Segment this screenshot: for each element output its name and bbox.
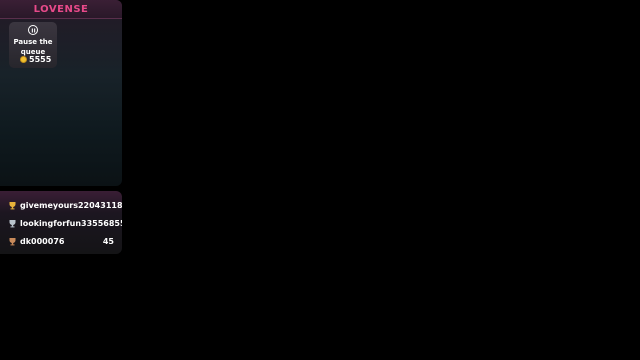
coin-icon bbox=[20, 56, 27, 63]
pause-queue-label: Pause the queue bbox=[13, 38, 53, 56]
leaderboard-name: givemeyours220431180 bbox=[20, 200, 122, 210]
gold-trophy-icon bbox=[8, 201, 18, 210]
leaderboard-row: lookingforfun33556855 bbox=[0, 216, 122, 230]
bronze-trophy-icon bbox=[8, 237, 18, 246]
leaderboard-value: 45 bbox=[102, 236, 114, 246]
price-value: 5555 bbox=[29, 55, 52, 64]
lovense-panel: LOVENSE Pause the queue 5555 bbox=[0, 0, 122, 186]
leaderboard-row: dk000076 45 bbox=[0, 234, 122, 248]
silver-trophy-icon bbox=[8, 219, 18, 228]
tip-leaderboard: givemeyours220431180 lookingforfun335568… bbox=[0, 191, 122, 254]
pause-circle-icon bbox=[28, 25, 38, 35]
pause-queue-price: 5555 bbox=[20, 55, 51, 64]
leaderboard-name: dk000076 bbox=[20, 236, 65, 246]
video-stage: LOVENSE Pause the queue 5555 givemeyours… bbox=[0, 0, 640, 360]
leaderboard-name: lookingforfun33556855 bbox=[20, 218, 122, 228]
leaderboard-row: givemeyours220431180 bbox=[0, 198, 122, 212]
lovense-header: LOVENSE bbox=[0, 0, 122, 19]
lovense-logo: LOVENSE bbox=[33, 3, 89, 15]
